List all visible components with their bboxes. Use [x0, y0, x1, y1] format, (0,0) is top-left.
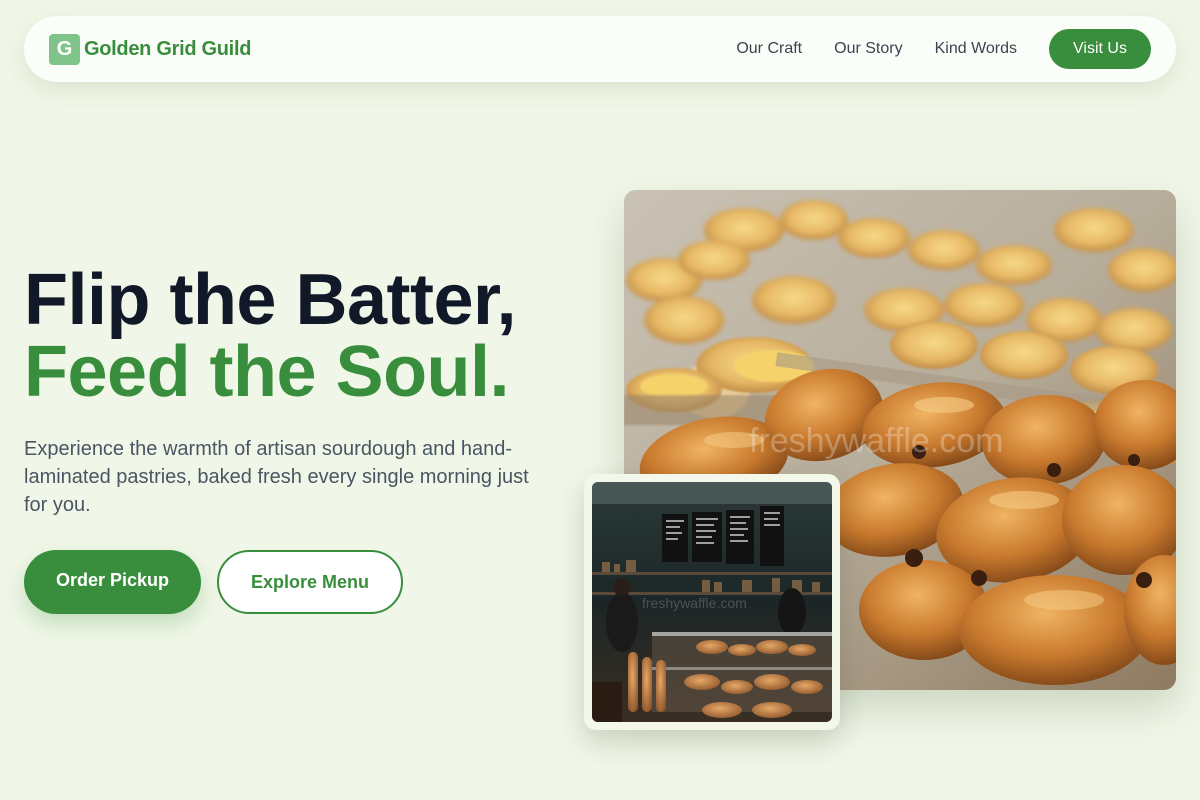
svg-text:freshywaffle.com: freshywaffle.com	[749, 422, 1003, 460]
bakery-interior-photo: freshywaffle.com	[592, 482, 832, 722]
hero-inset-image: freshywaffle.com	[592, 482, 832, 722]
explore-menu-button[interactable]: Explore Menu	[217, 550, 403, 614]
visit-us-button[interactable]: Visit Us	[1049, 29, 1151, 69]
order-pickup-button[interactable]: Order Pickup	[24, 550, 201, 614]
brand-logo[interactable]: G Golden Grid Guild	[49, 33, 252, 65]
hero-subtitle: Experience the warmth of artisan sourdou…	[24, 438, 529, 516]
landing-page: G Golden Grid Guild Our Craft Our Story …	[0, 0, 1200, 800]
nav-links: Our Craft Our Story Kind Words Visit Us	[736, 29, 1151, 69]
hero-inset-image-frame: freshywaffle.com	[584, 474, 840, 730]
nav-link-kind-words[interactable]: Kind Words	[935, 40, 1017, 58]
brand-name: Golden Grid Guild	[84, 37, 252, 60]
hero-title: Flip the Batter, Feed the Soul.	[24, 264, 584, 408]
svg-text:freshywaffle.com: freshywaffle.com	[642, 595, 747, 611]
hero-title-line-2: Feed the Soul.	[24, 332, 510, 412]
nav-link-our-craft[interactable]: Our Craft	[736, 40, 802, 58]
top-nav: G Golden Grid Guild Our Craft Our Story …	[24, 16, 1176, 82]
hero-title-line-1: Flip the Batter,	[24, 260, 517, 340]
logo-mark-icon: G	[49, 33, 80, 65]
nav-link-our-story[interactable]: Our Story	[834, 40, 902, 58]
